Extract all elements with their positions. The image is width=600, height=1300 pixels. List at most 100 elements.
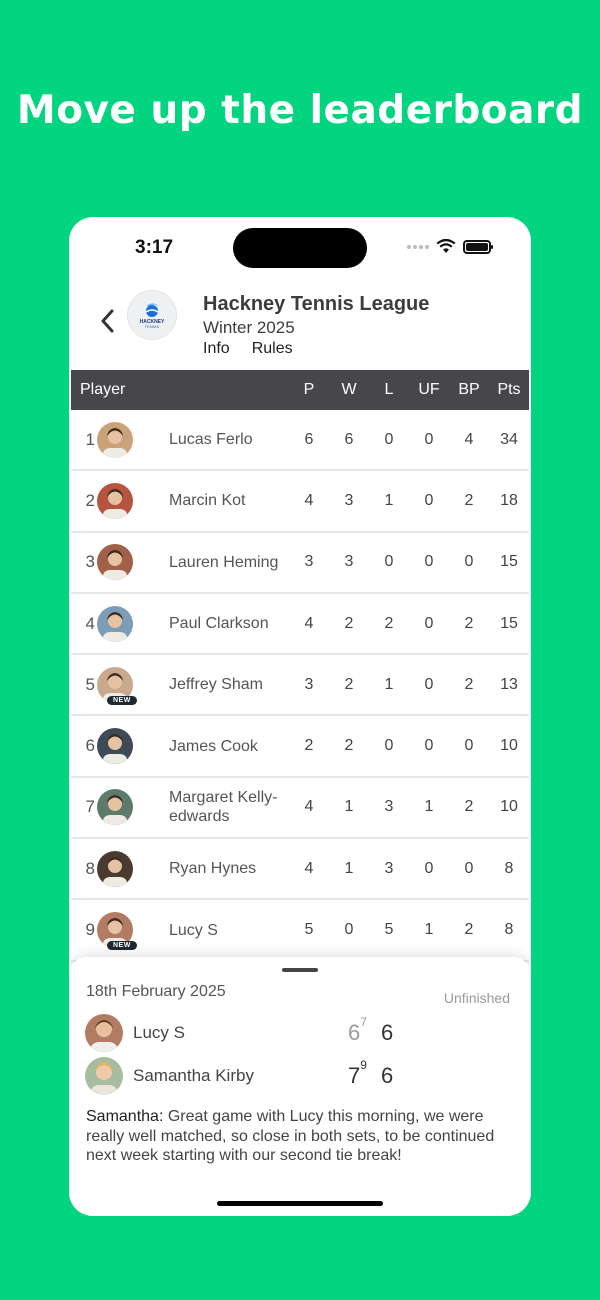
info-link[interactable]: Info: [203, 340, 230, 358]
set-score: 67: [348, 1014, 367, 1045]
logo-subtext: TENNIS: [144, 323, 160, 329]
avatar: [97, 544, 133, 581]
points-value: 10: [500, 798, 518, 816]
player-name: Lauren Heming: [169, 553, 279, 571]
bp-value: 2: [464, 675, 474, 693]
avatar-cell: [97, 726, 169, 766]
match-player-row: Samantha Kirby 79 6: [85, 1056, 515, 1096]
played-value: 6: [304, 430, 314, 448]
leaderboard-table: Player P W L UF BP Pts 1 Lucas Ferlo 6 6 0 0 4…: [71, 370, 529, 962]
table-row[interactable]: 2 Marcin Kot 4 3 1 0 2 18: [71, 471, 529, 533]
signal-icon: [407, 244, 429, 249]
home-indicator[interactable]: [217, 1201, 383, 1206]
avatar: [97, 850, 133, 887]
uf-value: 1: [424, 921, 434, 939]
avatar-cell: NEW: [97, 910, 169, 951]
avatar: [97, 605, 133, 642]
avatar: [97, 421, 133, 458]
column-header-player: Player: [80, 381, 126, 398]
match-status: Unfinished: [443, 990, 510, 1006]
new-badge: NEW: [107, 941, 137, 951]
lost-value: 3: [384, 859, 394, 877]
rules-link[interactable]: Rules: [252, 340, 293, 358]
status-time: 3:17: [135, 237, 174, 258]
points-value: 15: [500, 614, 518, 632]
player-name: Lucy S: [169, 921, 218, 939]
uf-value: 0: [424, 553, 434, 571]
uf-value: 1: [424, 798, 434, 816]
league-links: Info Rules: [203, 340, 293, 358]
lost-value: 2: [384, 614, 394, 632]
played-value: 3: [304, 553, 314, 571]
player-name: Margaret Kelly-edwards: [169, 789, 278, 826]
won-value: 1: [344, 859, 354, 877]
bp-value: 0: [464, 553, 474, 571]
match-player-name: Samantha Kirby: [133, 1066, 254, 1085]
avatar: [85, 1057, 123, 1095]
avatar-cell: [97, 542, 169, 582]
avatar-cell: [97, 481, 169, 521]
uf-value: 0: [424, 491, 434, 509]
won-value: 2: [344, 675, 354, 693]
lost-value: 1: [384, 675, 394, 693]
match-comment: Samantha: Great game with Lucy this morn…: [86, 1107, 516, 1166]
match-player-name: Lucy S: [133, 1023, 185, 1042]
played-value: 2: [304, 737, 314, 755]
table-row[interactable]: 7 Margaret Kelly-edwards 4 1 3 1 2 10: [71, 778, 529, 840]
sheet-grabber[interactable]: [282, 968, 318, 972]
tiebreak-score: 7: [360, 1014, 367, 1029]
avatar-cell: [97, 420, 169, 460]
player-rank: 3: [85, 552, 95, 572]
uf-value: 0: [424, 737, 434, 755]
uf-value: 0: [424, 614, 434, 632]
uf-value: 0: [424, 675, 434, 693]
wifi-icon: [436, 239, 456, 253]
bp-value: 2: [464, 921, 474, 939]
table-row[interactable]: 6 James Cook 2 2 0 0 0 10: [71, 716, 529, 778]
table-row[interactable]: 1 Lucas Ferlo 6 6 0 0 4 34: [71, 410, 529, 472]
match-score: 67 6: [348, 1014, 393, 1046]
league-title: Hackney Tennis League: [203, 293, 430, 315]
column-header-played: P: [303, 381, 315, 398]
player-rank: 9: [85, 920, 95, 940]
column-header-uf: UF: [418, 381, 440, 398]
avatar-cell: [97, 849, 169, 889]
avatar-cell: [97, 604, 169, 644]
player-name: Marcin Kot: [169, 492, 246, 510]
points-value: 15: [500, 553, 518, 571]
match-date: 18th February 2025: [86, 983, 226, 1000]
set-score: 79: [348, 1057, 367, 1088]
player-name: Paul Clarkson: [169, 615, 269, 633]
avatar: [97, 789, 133, 826]
table-row[interactable]: 8 Ryan Hynes 4 1 3 0 0 8: [71, 839, 529, 901]
column-header-lost: L: [384, 381, 394, 398]
match-player-row: Lucy S 67 6: [85, 1013, 515, 1053]
table-row[interactable]: 9 NEW Lucy S 5 0 5 1 2 8: [71, 900, 529, 962]
uf-value: 0: [424, 430, 434, 448]
lost-value: 1: [384, 491, 394, 509]
player-rank: 1: [85, 429, 95, 449]
player-name: Ryan Hynes: [169, 860, 257, 878]
lost-value: 0: [384, 430, 394, 448]
table-row[interactable]: 4 Paul Clarkson 4 2 2 0 2 15: [71, 594, 529, 656]
bp-value: 2: [464, 798, 474, 816]
played-value: 5: [304, 921, 314, 939]
player-rank: 8: [85, 858, 95, 878]
league-header: HACKNEY TENNIS Hackney Tennis League Win…: [69, 287, 531, 369]
back-button[interactable]: [97, 307, 117, 335]
table-row[interactable]: 3 Lauren Heming 3 3 0 0 0 15: [71, 533, 529, 594]
avatar: [85, 1014, 123, 1052]
battery-icon: [463, 239, 493, 254]
table-row[interactable]: 5 NEW Jeffrey Sham 3 2 1 0 2 13: [71, 655, 529, 717]
uf-value: 0: [424, 859, 434, 877]
column-header-bp: BP: [458, 381, 480, 398]
won-value: 3: [344, 491, 354, 509]
match-bottom-sheet[interactable]: 18th February 2025 Unfinished Lucy S 67 …: [69, 957, 531, 1216]
column-header-won: W: [341, 381, 357, 398]
points-value: 18: [500, 491, 518, 509]
avatar: [97, 482, 133, 519]
points-value: 8: [504, 859, 514, 877]
points-value: 8: [504, 921, 514, 939]
won-value: 6: [344, 430, 354, 448]
bp-value: 0: [464, 737, 474, 755]
